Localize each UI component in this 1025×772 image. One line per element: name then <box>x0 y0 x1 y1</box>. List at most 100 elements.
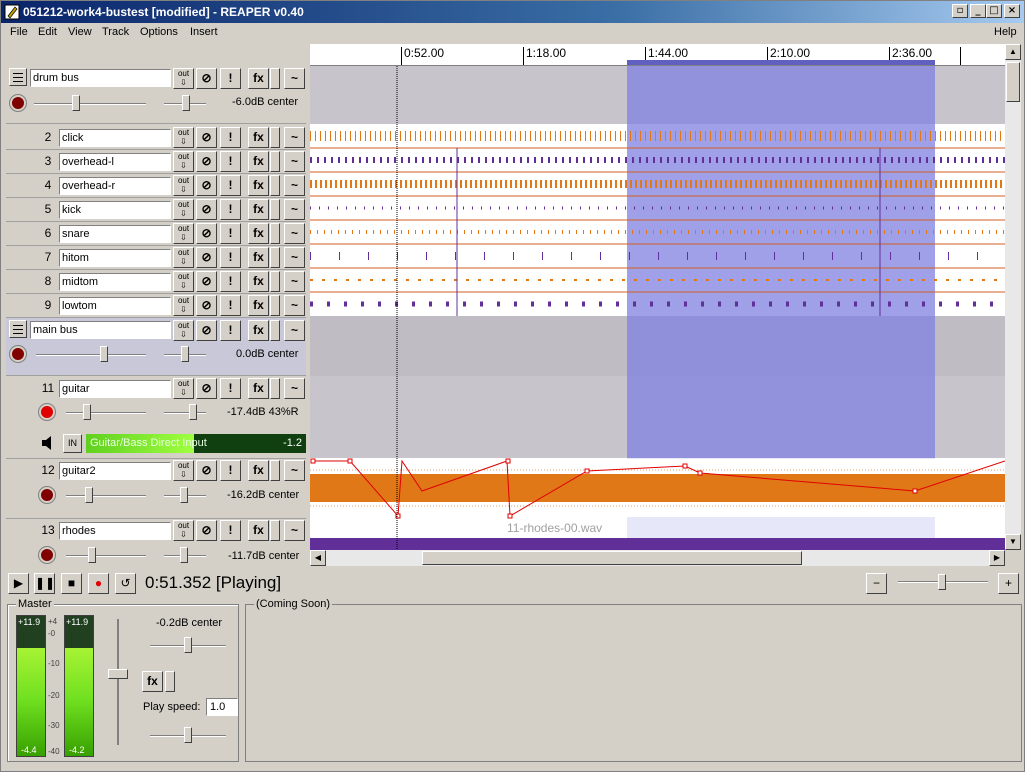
fx-button[interactable]: fx <box>248 520 269 541</box>
fx-bypass-button[interactable] <box>270 175 280 196</box>
master-volume-slider[interactable] <box>117 619 119 745</box>
fx-button[interactable]: fx <box>248 247 269 268</box>
master-volume-knob[interactable] <box>108 669 128 679</box>
volume-slider[interactable] <box>66 412 146 414</box>
menu-track[interactable]: Track <box>102 26 129 38</box>
volume-slider[interactable] <box>66 555 146 557</box>
mute-icon[interactable]: ⊘ <box>196 378 217 399</box>
envelope-icon[interactable]: ~ <box>284 175 305 196</box>
menu-insert[interactable]: Insert <box>190 26 218 38</box>
io-button[interactable]: out ⇩ <box>173 151 194 172</box>
fx-bypass-button[interactable] <box>270 68 280 89</box>
mute-icon[interactable]: ⊘ <box>196 271 217 292</box>
track-lowtom[interactable]: 9 lowtom out ⇩ ⊘ ! fx ~ <box>6 294 306 318</box>
envelope-icon[interactable]: ~ <box>284 295 305 316</box>
io-button[interactable]: out ⇩ <box>173 295 194 316</box>
master-fx-bypass-button[interactable] <box>165 671 175 692</box>
envelope-icon[interactable]: ~ <box>284 68 305 89</box>
envelope-icon[interactable]: ~ <box>284 223 305 244</box>
pan-knob[interactable] <box>180 547 188 563</box>
track-guitar[interactable]: 11 guitar out ⇩ ⊘ ! fx ~ -17.4dB 43%R IN … <box>6 377 306 459</box>
track-name-field[interactable]: overhead-r <box>59 177 171 195</box>
volume-knob[interactable] <box>85 487 93 503</box>
io-button[interactable]: out ⇩ <box>173 460 194 481</box>
record-icon[interactable]: ● <box>88 573 109 594</box>
track-guitar2[interactable]: 12 guitar2 out ⇩ ⊘ ! fx ~ -16.2dB center <box>6 459 306 519</box>
track-click[interactable]: 2 click out ⇩ ⊘ ! fx ~ <box>6 126 306 150</box>
fx-button[interactable]: fx <box>248 320 269 341</box>
zoom-out-button[interactable]: − <box>866 573 887 594</box>
phase-button[interactable]: ! <box>220 199 241 220</box>
track-name-field[interactable]: lowtom <box>59 297 171 315</box>
fx-button[interactable]: fx <box>248 378 269 399</box>
track-name-field[interactable]: overhead-l <box>59 153 171 171</box>
record-arm-button[interactable] <box>39 547 55 563</box>
track-name-field[interactable]: guitar2 <box>59 462 171 480</box>
envelope-icon[interactable]: ~ <box>284 127 305 148</box>
fx-button[interactable]: fx <box>248 223 269 244</box>
phase-button[interactable]: ! <box>220 223 241 244</box>
scroll-left-icon[interactable]: ◀ <box>310 550 326 566</box>
volume-knob[interactable] <box>72 95 80 111</box>
mute-icon[interactable]: ⊘ <box>196 223 217 244</box>
timeline-ruler[interactable]: 0:52.00 1:18.00 1:44.00 2:10.00 2:36.00 <box>310 44 1005 66</box>
fx-bypass-button[interactable] <box>270 320 280 341</box>
volume-knob[interactable] <box>100 346 108 362</box>
pan-knob[interactable] <box>189 404 197 420</box>
pan-knob[interactable] <box>182 95 190 111</box>
play-icon[interactable]: ▶ <box>8 573 29 594</box>
fx-button[interactable]: fx <box>248 175 269 196</box>
fx-button[interactable]: fx <box>248 127 269 148</box>
fx-button[interactable]: fx <box>248 295 269 316</box>
envelope-icon[interactable]: ~ <box>284 271 305 292</box>
horizontal-scrollbar[interactable]: ◀ ▶ <box>310 550 1005 566</box>
mute-icon[interactable]: ⊘ <box>196 68 217 89</box>
fx-button[interactable]: fx <box>248 151 269 172</box>
fx-button[interactable]: fx <box>248 199 269 220</box>
vscroll-thumb[interactable] <box>1006 62 1020 102</box>
master-fx-button[interactable]: fx <box>142 671 163 692</box>
phase-button[interactable]: ! <box>220 460 241 481</box>
close-button[interactable]: × <box>1004 4 1020 18</box>
fx-bypass-button[interactable] <box>270 460 280 481</box>
track-name-field[interactable]: guitar <box>59 380 171 398</box>
zoom-in-button[interactable]: + <box>998 573 1019 594</box>
mute-icon[interactable]: ⊘ <box>196 175 217 196</box>
io-button[interactable]: out ⇩ <box>173 247 194 268</box>
pan-knob[interactable] <box>181 346 189 362</box>
menu-view[interactable]: View <box>68 26 92 38</box>
phase-button[interactable]: ! <box>220 271 241 292</box>
track-name-field[interactable]: kick <box>59 201 171 219</box>
phase-button[interactable]: ! <box>220 175 241 196</box>
volume-knob[interactable] <box>88 547 96 563</box>
play-speed-knob[interactable] <box>184 727 192 743</box>
pan-knob[interactable] <box>180 487 188 503</box>
input-monitor-button[interactable]: IN <box>63 434 82 453</box>
volume-slider[interactable] <box>34 103 146 105</box>
fx-bypass-button[interactable] <box>270 271 280 292</box>
mute-icon[interactable]: ⊘ <box>196 247 217 268</box>
envelope-icon[interactable]: ~ <box>284 247 305 268</box>
track-overhead-l[interactable]: 3 overhead-l out ⇩ ⊘ ! fx ~ <box>6 150 306 174</box>
restore-icon[interactable]: ▫ <box>952 4 968 18</box>
track-name-field[interactable]: snare <box>59 225 171 243</box>
fx-bypass-button[interactable] <box>270 151 280 172</box>
track-overhead-r[interactable]: 4 overhead-r out ⇩ ⊘ ! fx ~ <box>6 174 306 198</box>
record-arm-button[interactable] <box>10 95 26 111</box>
fx-bypass-button[interactable] <box>270 295 280 316</box>
track-name-field[interactable]: hitom <box>59 249 171 267</box>
io-button[interactable]: out ⇩ <box>173 175 194 196</box>
fx-button[interactable]: fx <box>248 460 269 481</box>
folder-icon[interactable] <box>9 320 27 338</box>
menu-options[interactable]: Options <box>140 26 178 38</box>
record-arm-button[interactable] <box>39 404 55 420</box>
envelope-icon[interactable]: ~ <box>284 199 305 220</box>
phase-button[interactable]: ! <box>220 68 241 89</box>
scroll-right-icon[interactable]: ▶ <box>989 550 1005 566</box>
track-rhodes[interactable]: 13 rhodes out ⇩ ⊘ ! fx ~ -11.7dB center <box>6 519 306 566</box>
phase-button[interactable]: ! <box>220 127 241 148</box>
play-speed-field[interactable]: 1.0 <box>206 698 238 716</box>
volume-slider[interactable] <box>36 354 146 356</box>
mute-icon[interactable]: ⊘ <box>196 199 217 220</box>
fx-bypass-button[interactable] <box>270 378 280 399</box>
